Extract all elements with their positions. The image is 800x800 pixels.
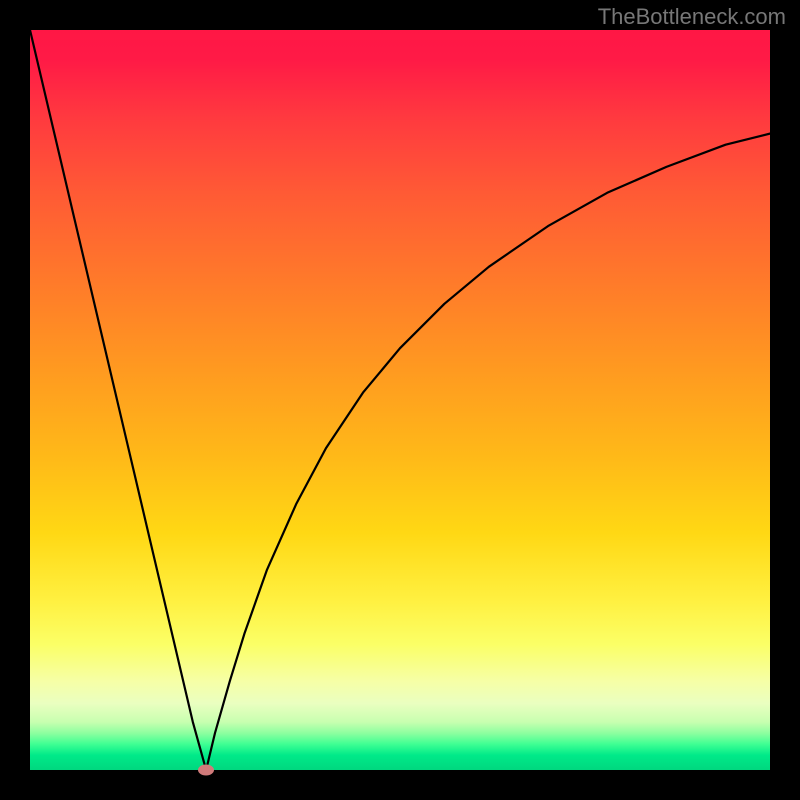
bottleneck-curve [30,30,770,770]
minimum-marker [198,765,214,776]
plot-area [30,30,770,770]
watermark-label: TheBottleneck.com [598,4,786,30]
chart-frame: TheBottleneck.com [0,0,800,800]
